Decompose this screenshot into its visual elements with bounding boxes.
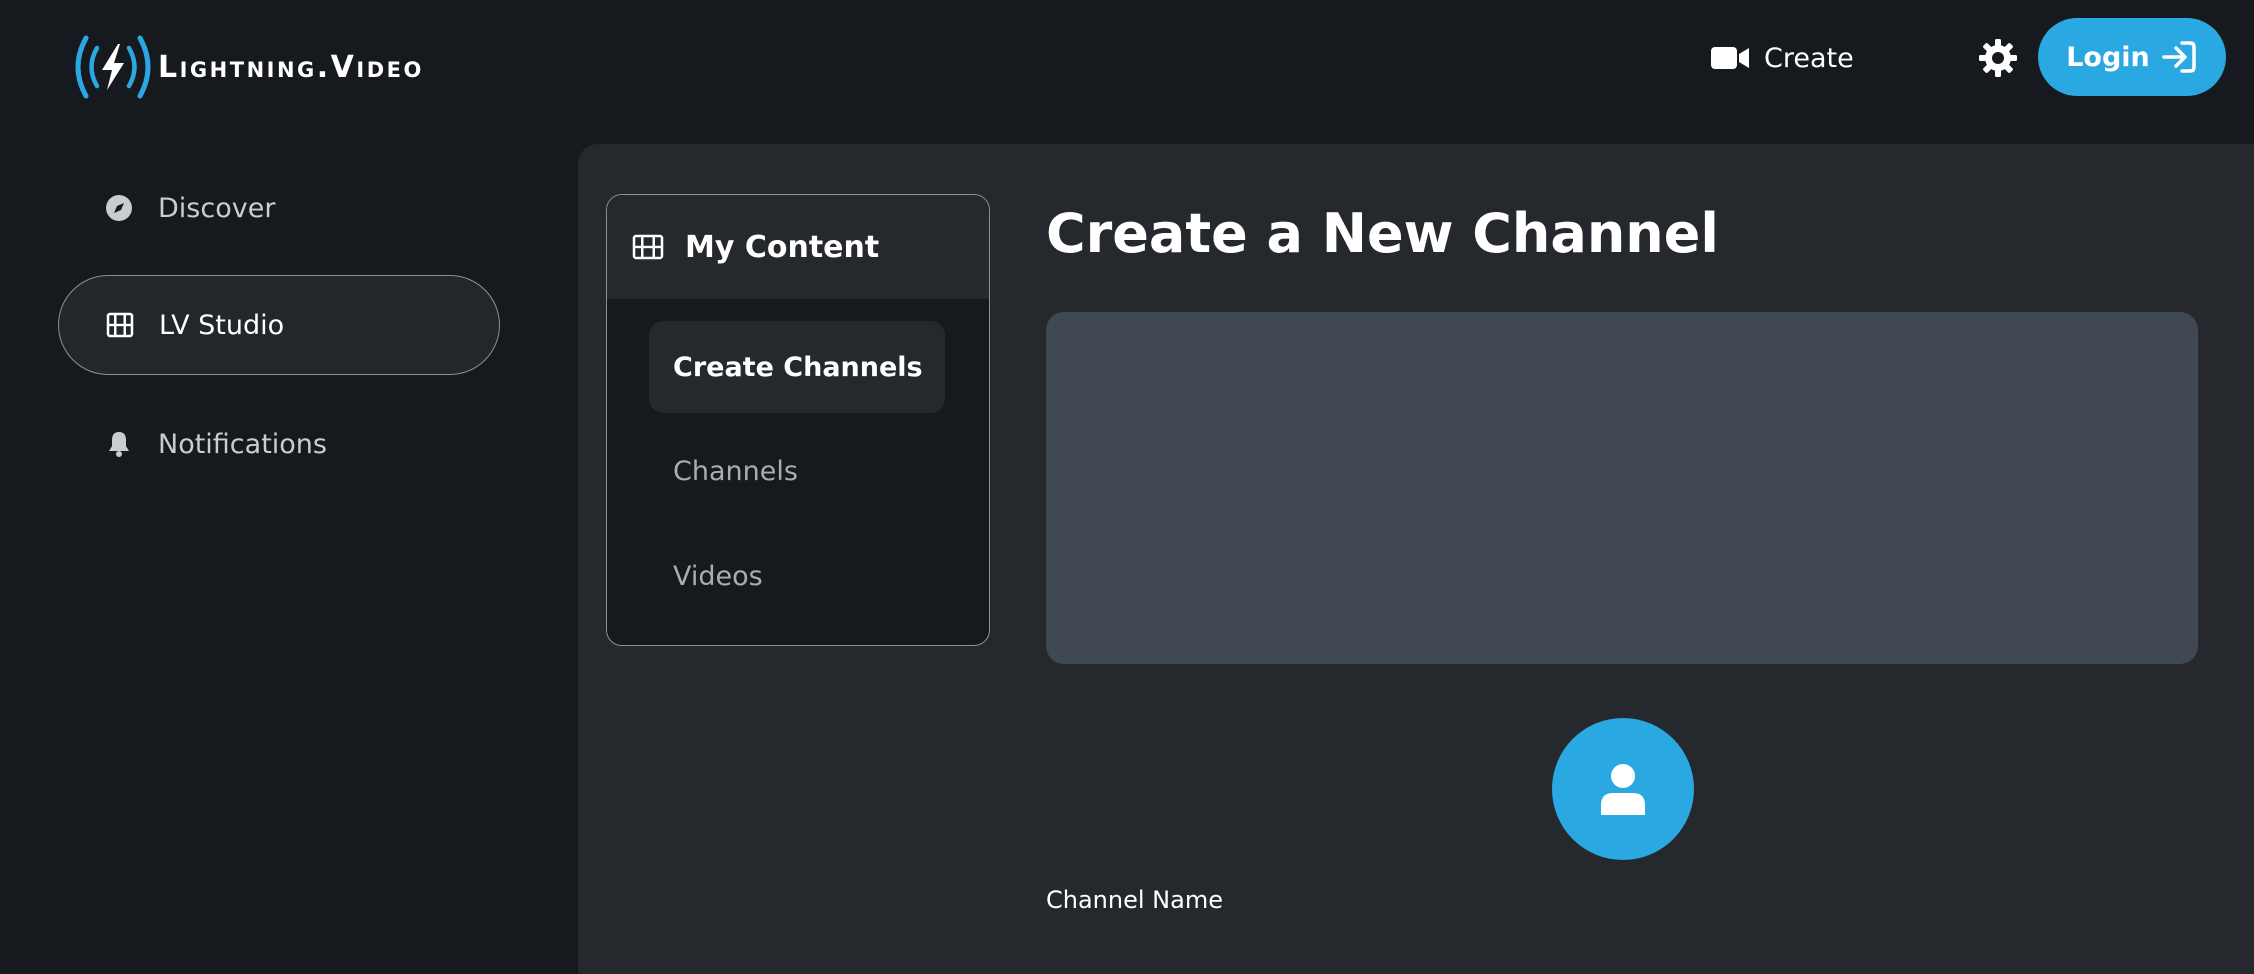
- sidebar-item-label: Discover: [158, 192, 276, 224]
- page-title: Create a New Channel: [1046, 202, 1719, 265]
- sidebar-item-label: Notifications: [158, 428, 327, 460]
- my-content-menu: My Content Create Channels Channels Vide…: [606, 194, 990, 646]
- menu-item-label: Videos: [673, 560, 763, 592]
- gear-icon: [1979, 39, 2017, 77]
- compass-icon: [106, 195, 132, 221]
- sidebar-item-notifications[interactable]: Notifications: [58, 394, 500, 494]
- sidebar-item-lv-studio[interactable]: LV Studio: [58, 275, 500, 375]
- menu-item-channels[interactable]: Channels: [649, 425, 945, 517]
- lightning-broadcast-icon: [75, 35, 151, 99]
- menu-item-label: Channels: [673, 455, 798, 487]
- bell-icon: [109, 432, 129, 457]
- my-content-header: My Content: [607, 195, 989, 299]
- film-icon: [632, 234, 664, 260]
- channel-banner-upload[interactable]: [1046, 312, 2198, 664]
- create-button[interactable]: Create: [1710, 37, 1854, 79]
- my-content-title: My Content: [685, 229, 880, 265]
- top-header: Lightning.Video Create Login: [0, 0, 2254, 140]
- user-icon: [1601, 764, 1645, 815]
- login-label: Login: [2066, 41, 2150, 73]
- main-panel: My Content Create Channels Channels Vide…: [578, 144, 2254, 974]
- login-button[interactable]: Login: [2038, 18, 2226, 96]
- brand-logo[interactable]: Lightning.Video: [72, 32, 424, 102]
- menu-item-videos[interactable]: Videos: [649, 530, 945, 622]
- brand-name: Lightning.Video: [158, 49, 424, 85]
- menu-item-label: Create Channels: [673, 351, 923, 383]
- channel-name-label: Channel Name: [1046, 886, 1223, 914]
- create-label: Create: [1764, 42, 1854, 74]
- menu-item-create-channels[interactable]: Create Channels: [649, 321, 945, 413]
- sidebar-item-label: LV Studio: [159, 309, 285, 341]
- login-arrow-icon: [2162, 41, 2196, 73]
- film-icon: [106, 312, 134, 338]
- channel-avatar-upload[interactable]: [1552, 718, 1694, 860]
- video-camera-icon: [1711, 47, 1749, 69]
- settings-button[interactable]: [1978, 38, 2018, 78]
- sidebar-item-discover[interactable]: Discover: [58, 158, 500, 258]
